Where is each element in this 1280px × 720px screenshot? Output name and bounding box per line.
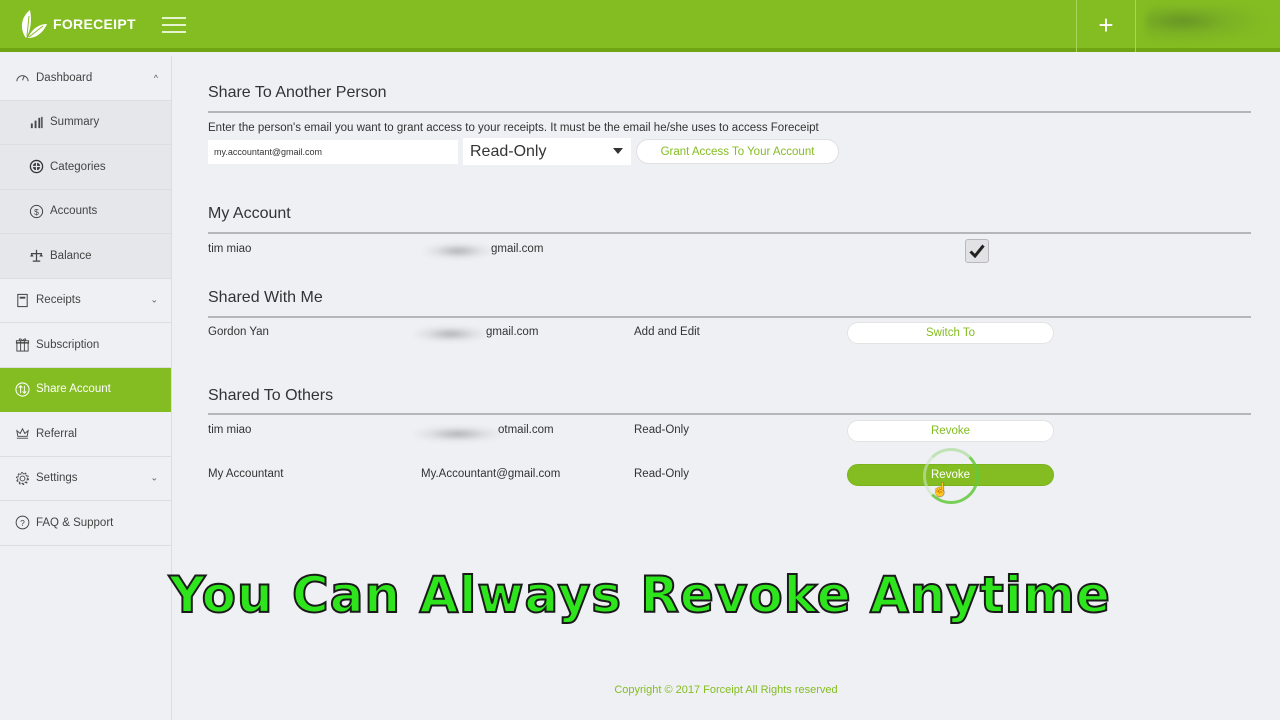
section-divider bbox=[208, 413, 1251, 415]
sidebar-item-label: Settings bbox=[36, 472, 78, 485]
shared-to-others-title: Shared To Others bbox=[208, 387, 334, 404]
chevron-down-icon: ⌄ bbox=[150, 294, 158, 305]
share-section-title: Share To Another Person bbox=[208, 84, 387, 101]
sidebar-item-share-account[interactable]: Share Account bbox=[0, 367, 171, 412]
sidebar: Dashboard ^ Summary Categories $ Account… bbox=[0, 56, 172, 720]
shared-name: tim miao bbox=[208, 424, 252, 436]
shared-name: Gordon Yan bbox=[208, 326, 269, 338]
sidebar-item-label: Share Account bbox=[36, 383, 111, 396]
svg-text:?: ? bbox=[20, 518, 25, 528]
sidebar-item-subscription[interactable]: Subscription bbox=[0, 323, 171, 368]
my-account-name: tim miao bbox=[208, 243, 252, 255]
revoke-button[interactable]: Revoke bbox=[847, 464, 1054, 486]
my-account-checkbox[interactable] bbox=[965, 239, 989, 263]
shared-permission: Add and Edit bbox=[634, 326, 700, 338]
brand-name: FORECEIPT bbox=[53, 16, 136, 32]
shared-email: gmail.com bbox=[486, 326, 539, 338]
switch-to-button[interactable]: Switch To bbox=[847, 322, 1054, 344]
dollar-circle-icon: $ bbox=[28, 203, 44, 219]
sidebar-item-balance[interactable]: Balance bbox=[0, 234, 171, 279]
hamburger-line bbox=[162, 24, 186, 26]
my-account-email: gmail.com bbox=[491, 243, 544, 255]
hamburger-icon bbox=[162, 17, 186, 19]
chevron-up-icon: ^ bbox=[153, 72, 158, 83]
sidebar-item-faq-support[interactable]: ? FAQ & Support bbox=[0, 501, 171, 546]
permission-select[interactable]: Read-Only bbox=[463, 138, 631, 165]
sidebar-item-label: Accounts bbox=[50, 205, 98, 218]
sidebar-item-label: Categories bbox=[50, 160, 106, 173]
sidebar-item-label: FAQ & Support bbox=[36, 516, 114, 529]
chevron-down-icon: ⌄ bbox=[150, 472, 158, 483]
receipt-icon bbox=[14, 292, 30, 308]
shared-name: My Accountant bbox=[208, 468, 284, 480]
video-caption: You Can Always Revoke Anytime bbox=[168, 565, 1111, 625]
sidebar-item-label: Dashboard bbox=[36, 71, 93, 84]
share-hint: Enter the person's email you want to gra… bbox=[208, 122, 819, 134]
logo[interactable]: FORECEIPT bbox=[18, 7, 136, 41]
email-redaction bbox=[413, 426, 503, 442]
revoke-button[interactable]: Revoke bbox=[847, 420, 1054, 442]
hamburger-line bbox=[162, 31, 186, 33]
shared-email: My.Accountant@gmail.com bbox=[421, 468, 561, 480]
gear-icon bbox=[14, 470, 30, 486]
share-arrows-icon bbox=[14, 381, 30, 397]
shared-with-me-title: Shared With Me bbox=[208, 289, 323, 306]
scale-icon bbox=[28, 248, 44, 264]
checkmark-icon bbox=[969, 244, 985, 258]
sidebar-item-label: Subscription bbox=[36, 338, 100, 351]
section-divider bbox=[208, 232, 1251, 234]
footer-copyright: Copyright © 2017 Forceipt All Rights res… bbox=[614, 684, 838, 696]
share-email-input[interactable] bbox=[208, 140, 458, 164]
grant-access-button[interactable]: Grant Access To Your Account bbox=[636, 139, 839, 164]
sidebar-item-settings[interactable]: Settings ⌄ bbox=[0, 457, 171, 501]
user-avatar-blurred[interactable] bbox=[1145, 6, 1270, 44]
question-circle-icon: ? bbox=[14, 515, 30, 531]
add-receipt-button[interactable]: + bbox=[1077, 0, 1135, 50]
crown-icon bbox=[14, 426, 30, 442]
shared-permission: Read-Only bbox=[634, 468, 689, 480]
sidebar-item-label: Receipts bbox=[36, 294, 81, 307]
email-redaction bbox=[413, 326, 488, 342]
sidebar-item-label: Summary bbox=[50, 116, 100, 129]
sidebar-item-receipts[interactable]: Receipts ⌄ bbox=[0, 279, 171, 323]
leaf-logo-icon bbox=[21, 10, 47, 38]
gift-icon bbox=[14, 337, 30, 353]
caret-down-icon bbox=[613, 148, 623, 154]
sidebar-item-label: Referral bbox=[36, 427, 77, 440]
top-bar: FORECEIPT + bbox=[0, 0, 1280, 52]
shared-permission: Read-Only bbox=[634, 424, 689, 436]
permission-selected-value: Read-Only bbox=[470, 142, 547, 160]
sidebar-item-referral[interactable]: Referral bbox=[0, 412, 171, 457]
my-account-title: My Account bbox=[208, 205, 291, 222]
bar-chart-icon bbox=[28, 114, 44, 130]
sidebar-item-label: Balance bbox=[50, 249, 92, 262]
svg-text:$: $ bbox=[34, 207, 39, 217]
section-divider bbox=[208, 111, 1251, 113]
gauge-icon bbox=[14, 70, 30, 86]
sidebar-item-summary[interactable]: Summary bbox=[0, 100, 171, 145]
sidebar-item-accounts[interactable]: $ Accounts bbox=[0, 189, 171, 234]
plus-icon: + bbox=[1098, 9, 1114, 40]
divider bbox=[1135, 0, 1136, 52]
section-divider bbox=[208, 316, 1251, 318]
sidebar-item-categories[interactable]: Categories bbox=[0, 145, 171, 190]
menu-toggle-button[interactable] bbox=[162, 17, 186, 33]
categories-icon bbox=[28, 159, 44, 175]
shared-email: otmail.com bbox=[498, 424, 554, 436]
sidebar-item-dashboard[interactable]: Dashboard ^ bbox=[0, 56, 171, 101]
email-redaction bbox=[423, 243, 493, 259]
